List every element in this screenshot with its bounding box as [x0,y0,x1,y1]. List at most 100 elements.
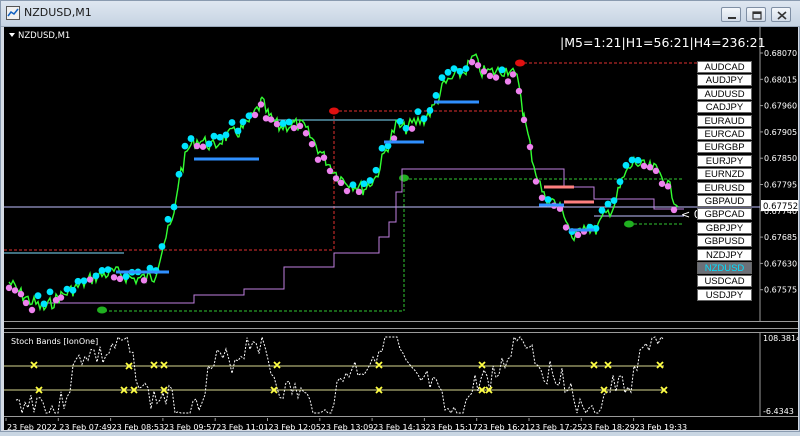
lower-band-dot [664,183,672,190]
symbol-button-gbpusd[interactable]: GBPUSD [697,235,752,248]
time-axis-label: 23 Feb 19:33 [635,423,687,432]
indicator-axis-top: 108.3814 [763,334,798,343]
upper-band-dot [285,118,293,126]
symbol-button-audcad[interactable]: AUDCAD [697,61,752,73]
symbol-button-cadjpy[interactable]: CADJPY [697,101,752,114]
indicator-name: Stoch Bands [IonOne] [11,337,98,346]
lower-band-dot [57,294,65,301]
indicator-pane[interactable]: Stoch Bands [IonOne] 108.3814 -6.4343 [4,332,800,417]
symbol-button-usdcad[interactable]: USDCAD [697,275,752,288]
title-bar[interactable]: NZDUSD,M1 [1,1,800,27]
stoch-cross-marker [30,361,38,369]
lower-band-dot [290,124,298,132]
upper-band-dot [349,181,357,189]
symbol-button-eurcad[interactable]: EURCAD [697,128,752,140]
symbol-button-usdjpy[interactable]: USDJPY [697,288,752,301]
stoch-cross-marker [604,361,612,369]
lower-band-dot [515,87,523,95]
upper-band-dot [216,133,224,141]
lower-band-dot [296,122,304,130]
lower-band-dot [5,284,13,292]
stoch-bands-chart[interactable]: Stoch Bands [IonOne] 108.3814 -6.4343 [4,333,800,417]
time-axis-label: 23 Feb 14:13 [373,423,425,432]
lower-band-dot [326,167,334,175]
chart-window: NZDUSD,M1 0.68070 0.68015 0.67960 0.6790… [0,0,800,432]
symbol-button-eurjpy[interactable]: EURJPY [697,154,752,167]
lower-band-dot [538,194,546,201]
stoch-series [15,335,668,415]
upper-band-dot [245,112,253,120]
upper-band-dot [544,196,552,203]
resistance-marker [329,107,339,115]
price-axis-label: 0.67850 [764,154,797,163]
upper-band-dot [92,272,100,280]
lower-band-dot [17,290,25,298]
time-axis: 23 Feb 2022 23 Feb 07:49 23 Feb 08:53 23 Fe… [4,416,798,432]
symbol-button-eurusd[interactable]: EURUSD [697,181,752,194]
lower-band-dot [486,72,494,80]
upper-band-dot [456,67,464,75]
lower-band-dot [332,175,340,182]
chart-menu-icon[interactable] [9,33,15,37]
upper-band-dot [420,115,428,123]
current-price-label: 0.67752 [763,202,798,212]
upper-band-dot [372,166,380,174]
stoch-cross-marker [478,361,486,369]
upper-band-dot [40,300,48,308]
upper-band-dot [222,131,230,139]
upper-band-dot [438,74,446,81]
symbol-button-nzdjpy[interactable]: NZDJPY [697,248,752,261]
upper-band-dot [598,207,606,214]
high-marker [515,59,525,67]
time-axis-label: 23 Feb 11:01 [216,423,268,432]
symbol-button-nzdusd[interactable]: NZDUSD [697,262,752,274]
upper-band-dot [444,68,452,76]
upper-band-dot [98,267,106,274]
pane-separator[interactable] [4,321,798,329]
price-chart[interactable]: 0.68070 0.68015 0.67960 0.67905 0.67850 0.677… [4,27,798,321]
upper-band-dot [634,156,642,164]
lower-band-dot [520,116,528,124]
lower-band-dot [480,68,488,75]
lower-band-dot [302,130,310,137]
price-chart-pane[interactable]: 0.68070 0.68015 0.67960 0.67905 0.67850 0.677… [4,27,798,321]
timer-text: |M5=1:21|H1=56:21|H4=236:21 [560,35,766,50]
price-axis-label: 0.67960 [764,102,797,111]
window-title: NZDUSD,M1 [24,6,92,19]
symbol-button-audjpy[interactable]: AUDJPY [697,74,752,87]
symbol-button-eurgbp[interactable]: EURGBP [697,141,752,154]
upper-band-dot [498,66,506,74]
lower-band-dot [646,164,654,171]
price-axis: 0.68070 0.68015 0.67960 0.67905 0.67850 0.677… [760,49,797,295]
symbol-button-gbpcad[interactable]: GBPCAD [697,208,752,221]
price-axis-label: 0.68015 [764,75,797,84]
close-button[interactable] [771,7,791,22]
upper-band-dot [158,243,166,250]
symbol-button-gbpjpy[interactable]: GBPJPY [697,221,752,234]
upper-band-dot [378,144,386,152]
lower-band-dot [468,58,476,66]
lower-band-dot [504,78,512,85]
lower-band-dot [314,156,322,163]
restore-button[interactable] [746,7,766,22]
mid-marker [399,174,409,182]
chart-area[interactable]: 0.68070 0.68015 0.67960 0.67905 0.67850 0.677… [4,27,800,432]
lower-band-dot [532,178,540,185]
symbol-button-gbpaud[interactable]: GBPAUD [697,195,752,207]
symbol-button-audusd[interactable]: AUDUSD [697,87,752,100]
time-axis-label: 23 Feb 08:53 [112,423,164,432]
symbol-button-eurnzd[interactable]: EURNZD [697,168,752,181]
lower-band-dot [640,162,648,170]
lower-band-dot [199,143,207,150]
upper-band-dot [402,124,410,132]
time-axis-label: 23 Feb 13:09 [321,423,373,432]
minimize-button[interactable] [721,7,741,22]
symbol-button-euraud[interactable]: EURAUD [697,114,752,127]
lower-band-dot [509,71,517,78]
price-axis-label: 0.67575 [764,286,797,295]
stoch-cross-marker [150,361,158,369]
lower-band-dot [193,142,201,150]
chart-app-icon [6,6,20,20]
lower-band-dot [574,231,582,239]
stoch-cross-marker [375,361,383,369]
